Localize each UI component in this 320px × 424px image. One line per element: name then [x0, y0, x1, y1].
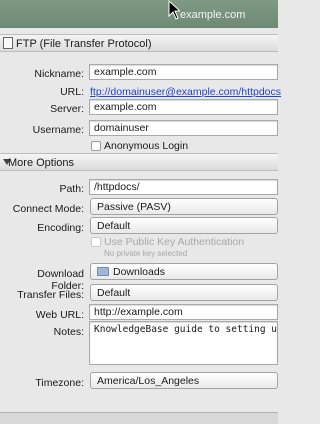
anonymous-login-label: Anonymous Login: [104, 140, 189, 152]
web-url-field[interactable]: http://example.com: [89, 304, 278, 320]
nickname-label: Nickname:: [34, 68, 84, 80]
ftp-section-title: FTP (File Transfer Protocol): [16, 38, 152, 50]
url-label: URL:: [60, 86, 84, 98]
folder-icon: [97, 267, 109, 276]
timezone-label: Timezone:: [35, 377, 84, 389]
more-options-title: More Options: [8, 157, 75, 169]
username-field[interactable]: domainuser: [89, 120, 278, 136]
notes-label: Notes:: [53, 326, 84, 338]
window-bottom-bar: [0, 412, 278, 424]
download-folder-popup[interactable]: Downloads: [90, 263, 278, 280]
more-options-header[interactable]: More Options: [0, 153, 278, 171]
notes-textarea[interactable]: KnowledgeBase guide to setting up Cy: [89, 321, 278, 365]
connect-mode-label: Connect Mode:: [12, 203, 84, 215]
web-url-label: Web URL:: [35, 309, 84, 321]
anonymous-login-checkbox[interactable]: [91, 141, 101, 151]
encoding-label: Encoding:: [37, 222, 84, 234]
transfer-files-popup[interactable]: Default: [90, 284, 278, 301]
window-title: example.com: [180, 9, 246, 21]
timezone-popup[interactable]: America/Los_Angeles: [90, 372, 278, 389]
ftp-section-header: FTP (File Transfer Protocol): [0, 34, 278, 52]
download-folder-value: Downloads: [113, 266, 165, 278]
public-key-note: No private key selected: [104, 249, 188, 258]
server-field[interactable]: example.com: [89, 99, 278, 115]
nickname-field[interactable]: example.com: [89, 64, 278, 80]
transfer-files-label: Transfer Files:: [17, 289, 84, 301]
server-label: Server:: [50, 103, 84, 115]
username-label: Username:: [32, 124, 84, 136]
window-titlebar: example.com: [0, 0, 278, 28]
mouse-pointer-icon: [168, 0, 180, 20]
connect-mode-popup[interactable]: Passive (PASV): [90, 198, 278, 215]
url-link[interactable]: ftp://domainuser@example.com/httpdocs: [90, 86, 281, 98]
path-label: Path:: [59, 183, 84, 195]
encoding-popup[interactable]: Default: [90, 217, 278, 234]
ftp-document-icon: [3, 37, 13, 49]
public-key-label: Use Public Key Authentication: [104, 236, 245, 248]
path-field[interactable]: /httpdocs/: [89, 179, 278, 195]
public-key-checkbox[interactable]: [91, 237, 101, 247]
